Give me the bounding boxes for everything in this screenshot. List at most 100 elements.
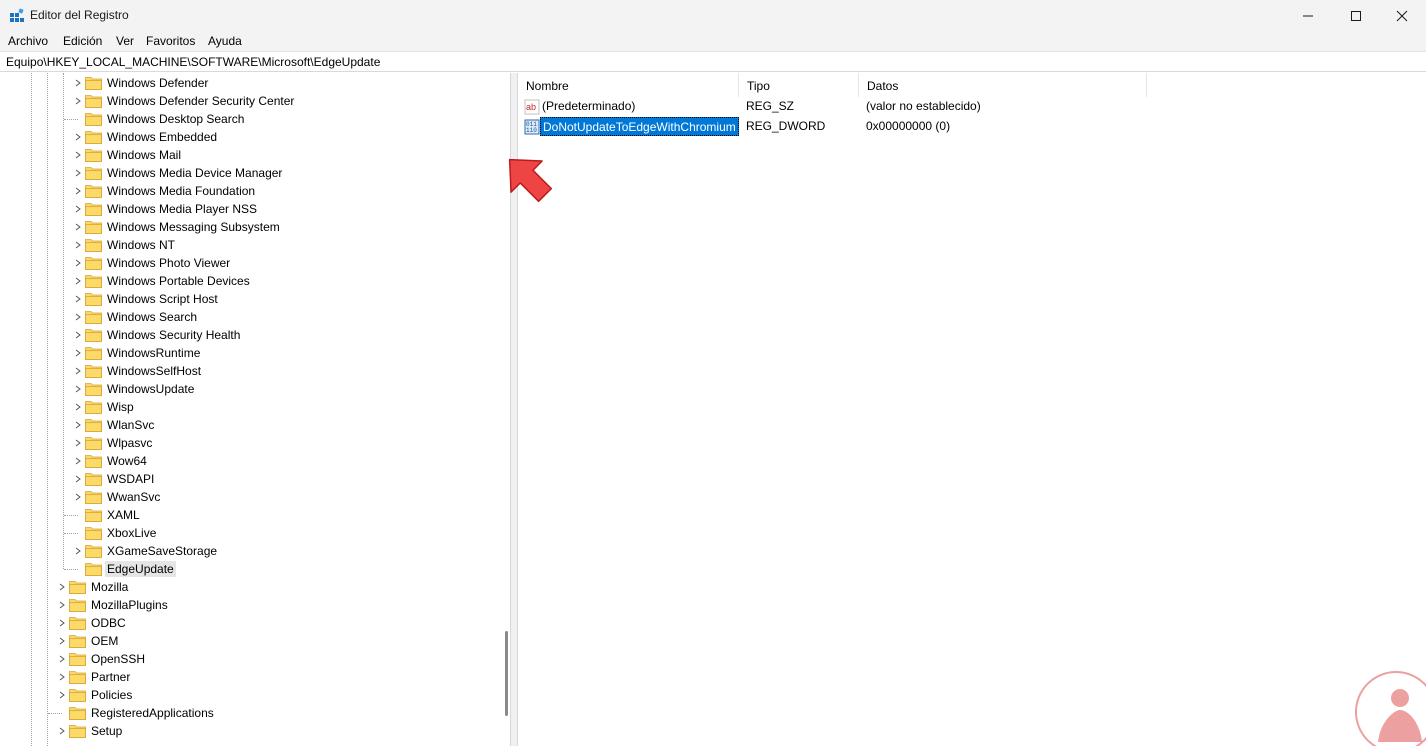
chevron-right-icon[interactable] (74, 151, 82, 159)
tree-item[interactable]: Windows Media Player NSS (3, 200, 493, 218)
chevron-right-icon[interactable] (74, 277, 82, 285)
tree-item-label: WSDAPI (107, 472, 155, 486)
address-bar[interactable]: Equipo\HKEY_LOCAL_MACHINE\SOFTWARE\Micro… (0, 51, 1426, 72)
chevron-right-icon[interactable] (74, 547, 82, 555)
chevron-right-icon[interactable] (74, 223, 82, 231)
menu-edicion[interactable]: Edición (63, 34, 102, 48)
tree-item[interactable]: OpenSSH (3, 650, 493, 668)
tree-item[interactable]: Wlpasvc (3, 434, 493, 452)
chevron-right-icon[interactable] (74, 313, 82, 321)
chevron-right-icon[interactable] (58, 601, 66, 609)
chevron-right-icon[interactable] (74, 205, 82, 213)
folder-icon (85, 509, 102, 522)
chevron-right-icon[interactable] (74, 421, 82, 429)
tree-item[interactable]: Windows Defender (3, 74, 493, 92)
chevron-right-icon[interactable] (58, 691, 66, 699)
chevron-right-icon[interactable] (58, 583, 66, 591)
tree-item[interactable]: Windows Mail (3, 146, 493, 164)
column-header-name[interactable]: Nombre (518, 73, 739, 97)
tree-item[interactable]: RegisteredApplications (3, 704, 493, 722)
chevron-right-icon[interactable] (58, 637, 66, 645)
tree-item[interactable]: Windows Media Device Manager (3, 164, 493, 182)
chevron-right-icon[interactable] (74, 457, 82, 465)
chevron-right-icon[interactable] (74, 295, 82, 303)
folder-icon (85, 383, 102, 396)
chevron-right-icon[interactable] (74, 259, 82, 267)
chevron-right-icon[interactable] (74, 187, 82, 195)
tree-item[interactable]: Windows Media Foundation (3, 182, 493, 200)
tree-item-label: Wisp (107, 400, 134, 414)
tree-item[interactable]: Windows NT (3, 236, 493, 254)
tree-item[interactable]: WindowsUpdate (3, 380, 493, 398)
chevron-right-icon[interactable] (74, 403, 82, 411)
tree-item[interactable]: Windows Script Host (3, 290, 493, 308)
chevron-right-icon[interactable] (74, 439, 82, 447)
chevron-right-icon[interactable] (58, 727, 66, 735)
column-header-data[interactable]: Datos (859, 73, 1147, 97)
tree-item[interactable]: Wow64 (3, 452, 493, 470)
tree-item[interactable]: XAML (3, 506, 493, 524)
chevron-right-icon[interactable] (58, 655, 66, 663)
tree-item[interactable]: Windows Desktop Search (3, 110, 493, 128)
tree-item-label: Windows Defender (107, 76, 209, 90)
chevron-right-icon[interactable] (74, 241, 82, 249)
tree-item[interactable]: WindowsRuntime (3, 344, 493, 362)
tree-item[interactable]: Windows Defender Security Center (3, 92, 493, 110)
tree-item[interactable]: Windows Security Health (3, 326, 493, 344)
tree-item[interactable]: Partner (3, 668, 493, 686)
tree-item[interactable]: Windows Embedded (3, 128, 493, 146)
tree-item[interactable]: Wisp (3, 398, 493, 416)
tree-item-label-selected: EdgeUpdate (105, 561, 176, 577)
chevron-right-icon[interactable] (74, 331, 82, 339)
tree-item[interactable]: Policies (3, 686, 493, 704)
tree-item[interactable]: ODBC (3, 614, 493, 632)
tree-item[interactable]: EdgeUpdate (3, 560, 493, 578)
tree-item[interactable]: WSDAPI (3, 470, 493, 488)
folder-icon (85, 257, 102, 270)
maximize-button[interactable] (1332, 0, 1380, 31)
close-button[interactable] (1378, 0, 1426, 31)
values-list[interactable]: Nombre Tipo Datos ab (Predeterminado) RE… (517, 73, 1426, 746)
address-path[interactable]: Equipo\HKEY_LOCAL_MACHINE\SOFTWARE\Micro… (6, 55, 380, 69)
menu-ayuda[interactable]: Ayuda (208, 34, 242, 48)
column-header-type[interactable]: Tipo (739, 73, 859, 97)
chevron-right-icon[interactable] (74, 79, 82, 87)
minimize-button[interactable] (1284, 0, 1332, 31)
chevron-right-icon[interactable] (74, 367, 82, 375)
menu-favoritos[interactable]: Favoritos (146, 34, 195, 48)
tree-item[interactable]: WlanSvc (3, 416, 493, 434)
value-row[interactable]: ab (Predeterminado) REG_SZ (valor no est… (518, 97, 1426, 116)
chevron-right-icon[interactable] (74, 493, 82, 501)
folder-icon (85, 527, 102, 540)
folder-icon (85, 149, 102, 162)
menu-ver[interactable]: Ver (116, 34, 134, 48)
menu-archivo[interactable]: Archivo (8, 34, 48, 48)
key-tree[interactable]: Windows Defender Windows Defender Securit… (3, 73, 511, 746)
chevron-right-icon[interactable] (58, 619, 66, 627)
chevron-right-icon[interactable] (74, 97, 82, 105)
tree-item[interactable]: OEM (3, 632, 493, 650)
chevron-right-icon[interactable] (74, 385, 82, 393)
chevron-right-icon[interactable] (74, 475, 82, 483)
chevron-right-icon[interactable] (74, 349, 82, 357)
chevron-right-icon[interactable] (74, 169, 82, 177)
folder-icon (85, 185, 102, 198)
folder-icon (69, 599, 86, 612)
chevron-right-icon[interactable] (58, 673, 66, 681)
tree-item[interactable]: Setup (3, 722, 493, 740)
tree-item[interactable]: Windows Portable Devices (3, 272, 493, 290)
tree-item[interactable]: MozillaPlugins (3, 596, 493, 614)
tree-item[interactable]: Windows Messaging Subsystem (3, 218, 493, 236)
tree-item[interactable]: Windows Photo Viewer (3, 254, 493, 272)
tree-scroll-thumb[interactable] (505, 631, 508, 716)
tree-item[interactable]: Mozilla (3, 578, 493, 596)
tree-item[interactable]: WwanSvc (3, 488, 493, 506)
tree-item[interactable]: WindowsSelfHost (3, 362, 493, 380)
chevron-right-icon[interactable] (74, 133, 82, 141)
tree-item[interactable]: Windows Search (3, 308, 493, 326)
tree-item[interactable]: XboxLive (3, 524, 493, 542)
value-row-selected[interactable]: 011 110 DoNotUpdateToEdgeWithChromium RE… (518, 117, 1426, 136)
folder-icon (69, 689, 86, 702)
tree-item-label: Windows Script Host (107, 292, 218, 306)
tree-item[interactable]: XGameSaveStorage (3, 542, 493, 560)
